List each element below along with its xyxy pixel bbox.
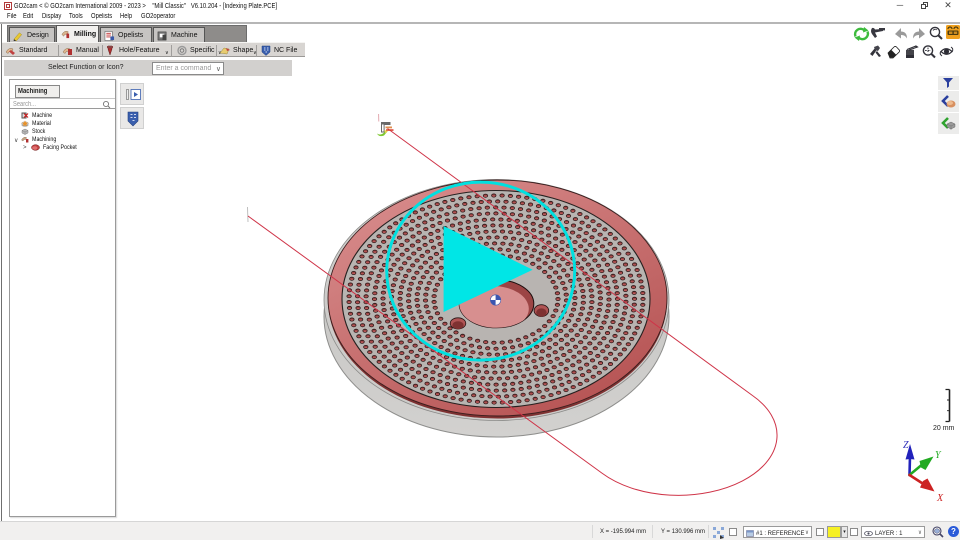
svg-text:Y: Y [935,450,942,461]
svg-text:Z: Z [903,440,909,451]
svg-text:20 mm: 20 mm [933,425,955,432]
svg-text:X: X [936,493,944,504]
